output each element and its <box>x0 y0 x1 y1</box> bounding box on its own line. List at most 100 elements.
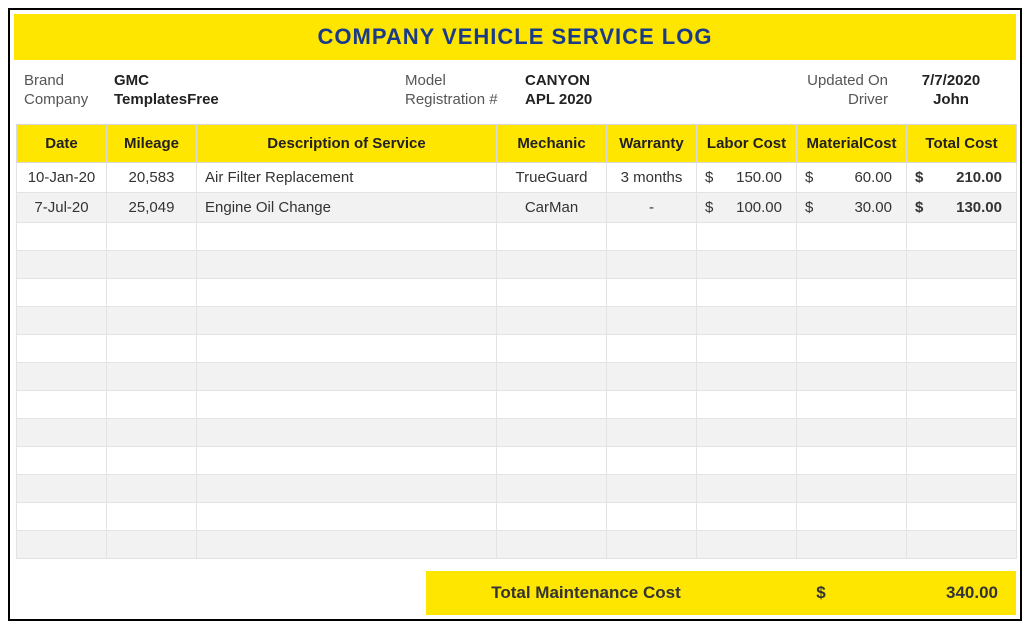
col-material: MaterialCost <box>797 125 907 163</box>
cell-mileage: 25,049 <box>107 193 197 223</box>
cell-empty <box>907 279 1017 307</box>
service-log-sheet: COMPANY VEHICLE SERVICE LOG Brand GMC Mo… <box>8 8 1022 621</box>
brand-value: GMC <box>114 72 274 89</box>
table-row <box>17 335 1017 363</box>
cell-empty <box>497 531 607 559</box>
info-panel: Brand GMC Model CANYON Updated On 7/7/20… <box>10 64 1020 114</box>
cell-empty <box>907 503 1017 531</box>
table-wrap: Date Mileage Description of Service Mech… <box>10 114 1020 565</box>
driver-value: John <box>896 91 1006 108</box>
updated-label: Updated On <box>786 72 896 89</box>
cell-empty <box>17 475 107 503</box>
registration-value: APL 2020 <box>525 91 655 108</box>
cell-empty <box>107 531 197 559</box>
cell-empty <box>607 335 697 363</box>
cell-empty <box>697 447 797 475</box>
registration-label: Registration # <box>405 91 525 108</box>
cell-empty <box>607 475 697 503</box>
col-mechanic: Mechanic <box>497 125 607 163</box>
table-row <box>17 223 1017 251</box>
cell-empty <box>797 335 907 363</box>
table-row <box>17 307 1017 335</box>
col-total: Total Cost <box>907 125 1017 163</box>
cell-empty <box>697 475 797 503</box>
cell-empty <box>607 223 697 251</box>
cell-empty <box>497 419 607 447</box>
driver-label: Driver <box>786 91 896 108</box>
cell-empty <box>107 307 197 335</box>
cell-empty <box>17 447 107 475</box>
cell-empty <box>197 251 497 279</box>
cell-empty <box>907 447 1017 475</box>
cell-empty <box>497 447 607 475</box>
cell-mechanic: CarMan <box>497 193 607 223</box>
cell-date: 7-Jul-20 <box>17 193 107 223</box>
table-row <box>17 391 1017 419</box>
cell-empty <box>107 503 197 531</box>
cell-date: 10-Jan-20 <box>17 163 107 193</box>
footer-value: 340.00 <box>896 571 1016 615</box>
table-row: 7-Jul-2025,049Engine Oil ChangeCarMan-$1… <box>17 193 1017 223</box>
cell-empty <box>497 363 607 391</box>
cell-empty <box>907 251 1017 279</box>
table-row <box>17 363 1017 391</box>
footer-row: Total Maintenance Cost $ 340.00 <box>14 571 1016 615</box>
cell-empty <box>797 419 907 447</box>
cell-empty <box>197 447 497 475</box>
cell-empty <box>497 503 607 531</box>
cell-empty <box>107 419 197 447</box>
service-table: Date Mileage Description of Service Mech… <box>16 124 1017 559</box>
cell-empty <box>797 279 907 307</box>
cell-empty <box>797 307 907 335</box>
cell-empty <box>497 335 607 363</box>
cell-empty <box>797 503 907 531</box>
cell-empty <box>607 531 697 559</box>
table-row <box>17 503 1017 531</box>
cell-mileage: 20,583 <box>107 163 197 193</box>
cell-empty <box>197 391 497 419</box>
table-row <box>17 251 1017 279</box>
cell-empty <box>907 363 1017 391</box>
cell-empty <box>607 307 697 335</box>
cell-empty <box>607 251 697 279</box>
cell-empty <box>697 419 797 447</box>
cell-empty <box>697 223 797 251</box>
model-value: CANYON <box>525 72 655 89</box>
cell-empty <box>17 307 107 335</box>
cell-empty <box>107 475 197 503</box>
cell-empty <box>17 251 107 279</box>
cell-empty <box>497 251 607 279</box>
cell-empty <box>697 363 797 391</box>
cell-empty <box>497 223 607 251</box>
cell-mechanic: TrueGuard <box>497 163 607 193</box>
cell-empty <box>797 475 907 503</box>
cell-empty <box>607 447 697 475</box>
cell-empty <box>17 223 107 251</box>
cell-empty <box>907 531 1017 559</box>
cell-labor: $100.00 <box>697 193 797 223</box>
cell-empty <box>497 307 607 335</box>
cell-empty <box>797 391 907 419</box>
cell-empty <box>497 475 607 503</box>
cell-empty <box>697 531 797 559</box>
cell-empty <box>907 307 1017 335</box>
table-row <box>17 475 1017 503</box>
cell-empty <box>907 223 1017 251</box>
cell-empty <box>697 279 797 307</box>
cell-labor: $150.00 <box>697 163 797 193</box>
col-warranty: Warranty <box>607 125 697 163</box>
cell-empty <box>197 531 497 559</box>
cell-empty <box>197 223 497 251</box>
col-date: Date <box>17 125 107 163</box>
brand-label: Brand <box>24 72 114 89</box>
cell-desc: Air Filter Replacement <box>197 163 497 193</box>
cell-empty <box>107 279 197 307</box>
cell-empty <box>607 419 697 447</box>
updated-value: 7/7/2020 <box>896 72 1006 89</box>
table-row <box>17 531 1017 559</box>
cell-empty <box>607 363 697 391</box>
cell-empty <box>197 475 497 503</box>
col-mileage: Mileage <box>107 125 197 163</box>
table-row <box>17 447 1017 475</box>
col-labor: Labor Cost <box>697 125 797 163</box>
